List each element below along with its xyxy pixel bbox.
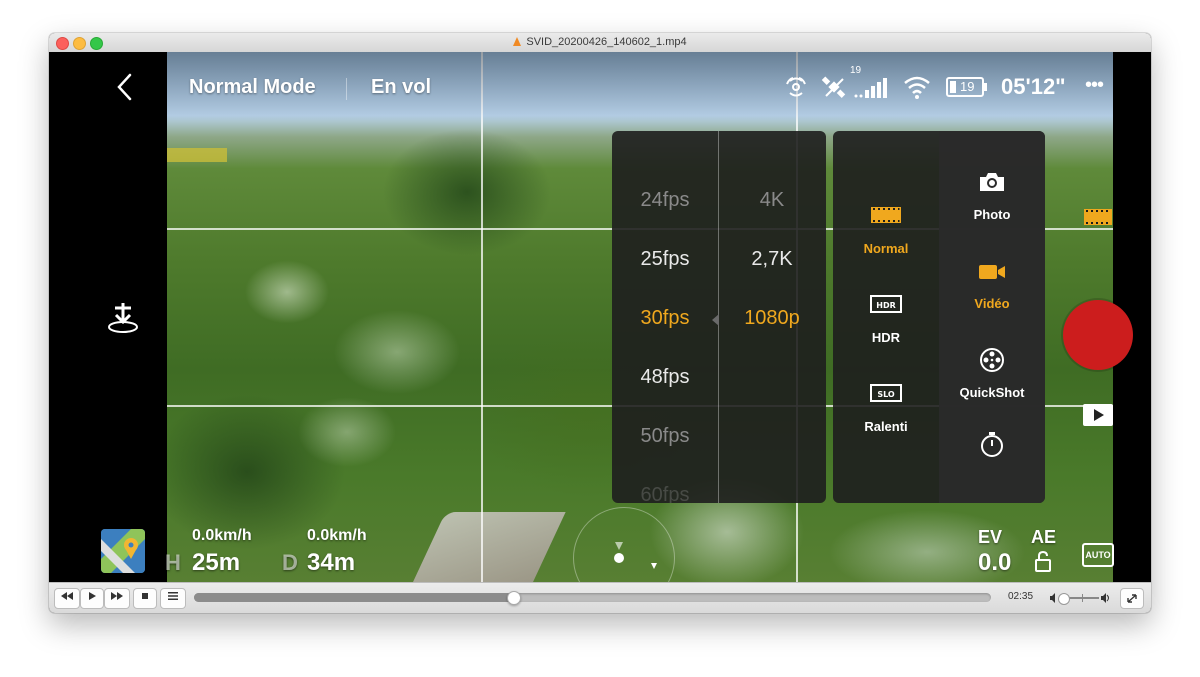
title-bar: SVID_20200426_140602_1.mp4 — [49, 33, 1151, 53]
road-patch — [408, 512, 566, 582]
elapsed-time: 02:35 — [1008, 591, 1034, 602]
playback-button[interactable] — [1083, 404, 1113, 426]
rewind-icon — [61, 592, 73, 600]
record-button[interactable] — [1063, 300, 1133, 370]
field-patch — [167, 148, 227, 162]
framerate-option-30[interactable]: 30fps — [612, 307, 718, 330]
stopwatch-icon — [981, 432, 1003, 457]
ev-label: EV — [978, 527, 1003, 547]
film-strip-icon — [871, 207, 901, 223]
map-thumbnail[interactable] — [101, 529, 145, 573]
remote-signal-icon — [785, 74, 807, 105]
gimbal-indicator — [573, 507, 675, 582]
mode-quickshot-label: QuickShot — [959, 385, 1025, 400]
framerate-option-48[interactable]: 48fps — [612, 366, 718, 389]
resolution-option-4k[interactable]: 4K — [719, 189, 825, 212]
height-label: H — [165, 550, 181, 575]
video-frame[interactable]: Normal Mode En vol 19 19 05'12" ••• 24fp… — [49, 52, 1151, 582]
fast-forward-button[interactable] — [104, 588, 130, 609]
window-title: SVID_20200426_140602_1.mp4 — [49, 36, 1151, 48]
height-value: 25m — [192, 549, 241, 576]
current-mode-film-icon[interactable] — [1083, 207, 1113, 227]
vlc-cone-icon — [513, 37, 522, 46]
hdr-film-icon: HDR — [870, 295, 902, 313]
flight-mode-label[interactable]: Normal Mode — [189, 76, 316, 99]
film-reel-icon — [980, 348, 1004, 372]
gimbal-pointer-icon — [614, 542, 657, 569]
horizontal-speed: 0.0km/h — [192, 527, 252, 544]
signal-bars-icon — [853, 74, 887, 105]
seek-bar-fill — [194, 593, 513, 602]
framerate-option-60[interactable]: 60fps — [612, 484, 718, 503]
flight-time: 05'12" — [1001, 74, 1066, 99]
satellite-icon — [821, 74, 847, 105]
mode-video-label: Vidéo — [974, 296, 1010, 311]
submode-ralenti-label: Ralenti — [864, 419, 908, 434]
camera-mode-column: Photo Vidéo QuickShot — [939, 131, 1045, 503]
grid-line-v1 — [481, 52, 483, 582]
distance-value: 34m — [307, 549, 356, 576]
wifi-icon — [902, 74, 932, 105]
volume-control[interactable] — [1049, 591, 1111, 605]
selection-caret — [712, 314, 719, 326]
framerate-option-25[interactable]: 25fps — [612, 248, 718, 271]
distance-label: D — [282, 550, 298, 575]
camera-icon — [980, 173, 1004, 191]
seek-bar-handle[interactable] — [506, 591, 521, 605]
play-icon — [89, 592, 96, 600]
ev-value[interactable]: 0.0 — [978, 549, 1011, 577]
volume-handle[interactable] — [1058, 593, 1070, 605]
seek-bar[interactable] — [194, 591, 991, 605]
ae-lock-icon[interactable] — [1034, 550, 1052, 578]
rewind-button[interactable] — [54, 588, 80, 609]
playlist-icon — [168, 592, 178, 600]
stop-button[interactable] — [133, 588, 157, 609]
video-camera-icon — [979, 265, 1005, 279]
hud-separator — [346, 78, 347, 100]
map-pin-icon — [101, 529, 145, 573]
submode-hdr-label: HDR — [871, 330, 901, 345]
video-settings-panel: 24fps 25fps 30fps 48fps 50fps 60fps 4K 2… — [612, 131, 826, 503]
fullscreen-icon — [1127, 594, 1137, 603]
auto-exposure-badge[interactable]: AUTO — [1082, 543, 1114, 567]
slow-motion-film-icon: SLO — [870, 384, 902, 402]
vertical-speed: 0.0km/h — [307, 527, 367, 544]
svg-text:SLO: SLO — [877, 390, 895, 399]
ae-label: AE — [1031, 527, 1057, 547]
more-menu-button[interactable]: ••• — [1085, 74, 1104, 97]
framerate-option-50[interactable]: 50fps — [612, 425, 718, 448]
battery-level: 19 — [960, 79, 975, 94]
mode-photo-label: Photo — [973, 207, 1011, 222]
stop-icon — [142, 593, 148, 599]
svg-text:HDR: HDR — [876, 301, 896, 310]
auto-takeoff-landing-icon[interactable] — [106, 300, 140, 339]
resolution-option-2-7k[interactable]: 2,7K — [719, 248, 825, 271]
camera-mode-panel: Normal HDR HDR SLO Ralenti Photo Vidéo Q… — [833, 131, 1045, 503]
framerate-option-24[interactable]: 24fps — [612, 189, 718, 212]
back-chevron-icon[interactable] — [115, 72, 135, 107]
fast-forward-icon — [111, 592, 123, 600]
resolution-option-1080p[interactable]: 1080p — [719, 307, 825, 330]
fullscreen-button[interactable] — [1120, 588, 1144, 609]
player-window: SVID_20200426_140602_1.mp4 Normal Mode E… — [49, 33, 1151, 613]
hud-top-bar: Normal Mode En vol 19 19 05'12" ••• — [49, 52, 1151, 122]
player-controls: 02:35 — [49, 582, 1151, 613]
playlist-button[interactable] — [160, 588, 186, 609]
window-title-text: SVID_20200426_140602_1.mp4 — [526, 36, 687, 48]
play-button[interactable] — [80, 588, 104, 609]
submode-normal-label: Normal — [863, 241, 909, 256]
flight-status-label: En vol — [371, 76, 432, 98]
